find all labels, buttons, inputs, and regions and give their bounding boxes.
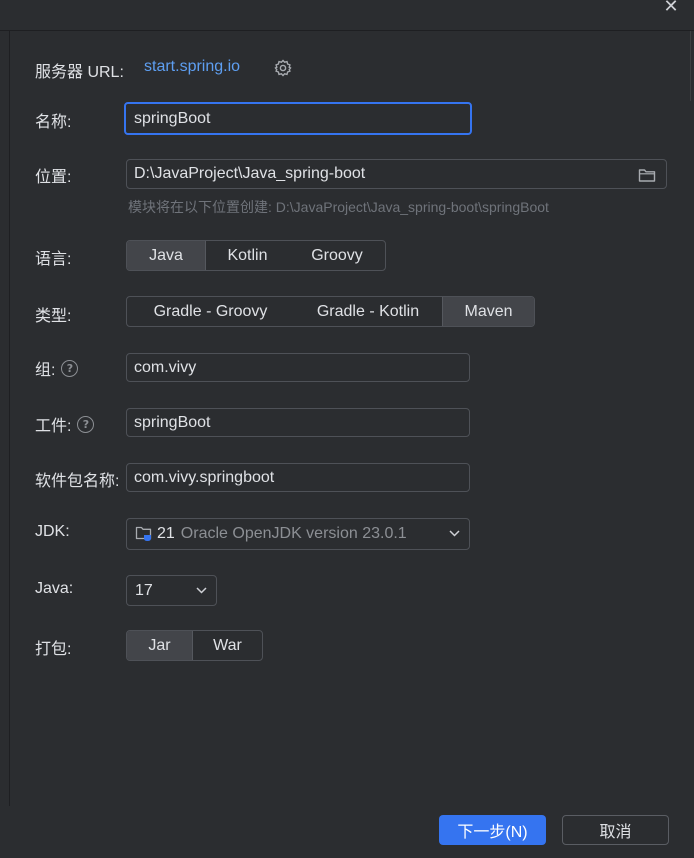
type-option-gradle-groovy[interactable]: Gradle - Groovy [127, 297, 294, 326]
group-field[interactable]: com.vivy [126, 353, 470, 382]
left-panel-edge [0, 31, 10, 806]
artifact-help-icon[interactable]: ? [77, 415, 95, 433]
packaging-selector[interactable]: Jar War [126, 630, 263, 661]
java-version-label: Java: [35, 580, 74, 597]
language-selector[interactable]: Java Kotlin Groovy [126, 240, 386, 271]
java-version-dropdown[interactable]: 17 [126, 575, 217, 606]
artifact-field[interactable]: springBoot [126, 408, 470, 437]
next-button[interactable]: 下一步(N) [439, 815, 546, 845]
folder-icon[interactable] [638, 167, 656, 183]
close-icon[interactable]: ✕ [662, 0, 680, 16]
cancel-button[interactable]: 取消 [562, 815, 669, 845]
scrollbar-track[interactable] [690, 31, 694, 101]
group-label: 组: ? [35, 356, 79, 380]
location-field[interactable]: D:\JavaProject\Java_spring-boot [126, 159, 667, 189]
language-option-kotlin[interactable]: Kotlin [206, 241, 289, 270]
chevron-down-icon [449, 530, 460, 537]
gear-icon[interactable] [274, 59, 292, 77]
location-label: 位置: [35, 169, 72, 186]
name-field[interactable]: springBoot [124, 102, 472, 135]
build-type-selector[interactable]: Gradle - Groovy Gradle - Kotlin Maven [126, 296, 535, 327]
group-help-icon[interactable]: ? [61, 359, 79, 377]
packaging-option-jar[interactable]: Jar [127, 631, 193, 660]
type-option-gradle-kotlin[interactable]: Gradle - Kotlin [294, 297, 442, 326]
jdk-label: JDK: [35, 523, 70, 540]
name-label: 名称: [35, 114, 72, 131]
jdk-dropdown[interactable]: 21 Oracle OpenJDK version 23.0.1 [126, 518, 470, 550]
server-url-link[interactable]: start.spring.io [144, 58, 240, 76]
package-label: 软件包名称: [35, 473, 120, 490]
language-label: 语言: [35, 251, 72, 268]
type-label: 类型: [35, 308, 72, 325]
packaging-label: 打包: [35, 641, 72, 658]
package-name-field[interactable]: com.vivy.springboot [126, 463, 470, 492]
type-option-maven[interactable]: Maven [442, 297, 534, 326]
title-bar: ✕ [0, 0, 694, 31]
artifact-label: 工件: ? [35, 412, 95, 436]
location-hint: 模块将在以下位置创建: D:\JavaProject\Java_spring-b… [128, 199, 549, 215]
jdk-folder-icon [135, 526, 152, 541]
language-option-java[interactable]: Java [127, 241, 206, 270]
chevron-down-icon [196, 587, 207, 594]
server-url-label: 服务器 URL: [35, 64, 124, 81]
language-option-groovy[interactable]: Groovy [289, 241, 385, 270]
packaging-option-war[interactable]: War [193, 631, 262, 660]
